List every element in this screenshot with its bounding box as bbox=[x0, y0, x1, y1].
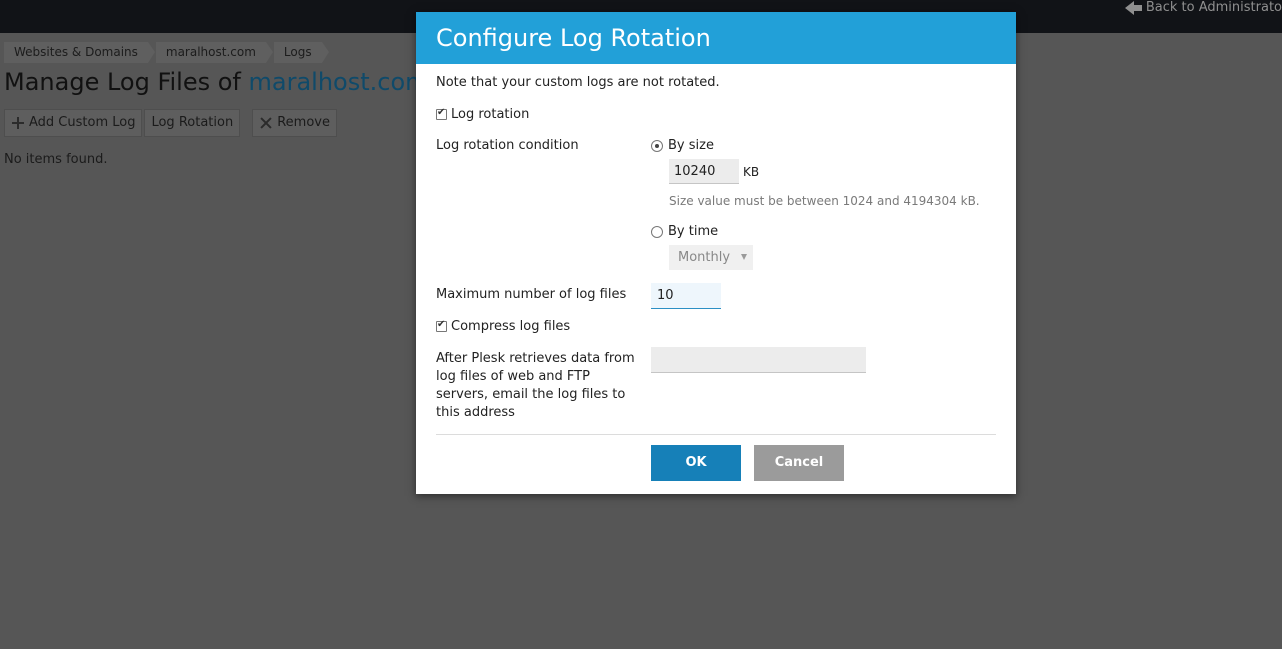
by-time-radio[interactable] bbox=[651, 225, 663, 238]
configure-log-rotation-dialog: Configure Log Rotation Note that your cu… bbox=[416, 12, 1016, 494]
by-time-label: By time bbox=[668, 224, 719, 239]
breadcrumb-logs[interactable]: Logs bbox=[273, 42, 329, 63]
email-address-label: After Plesk retrieves data from log file… bbox=[436, 351, 635, 420]
size-unit-label: KB bbox=[743, 165, 760, 179]
custom-logs-note: Note that your custom logs are not rotat… bbox=[436, 75, 720, 90]
breadcrumb-domain[interactable]: maralhost.com bbox=[155, 42, 273, 63]
by-time-radio-row[interactable]: By time bbox=[651, 224, 718, 239]
size-hint: Size value must be between 1024 and 4194… bbox=[669, 194, 980, 208]
ok-button[interactable]: OK bbox=[651, 445, 741, 481]
by-size-radio-row[interactable]: By size bbox=[651, 138, 714, 153]
by-size-radio[interactable] bbox=[651, 139, 663, 152]
back-to-administration-link[interactable]: Back to Administrato bbox=[1124, 0, 1282, 16]
rotation-condition-label: Log rotation condition bbox=[436, 138, 579, 153]
dialog-divider bbox=[436, 434, 996, 435]
compress-checkbox-label: Compress log files bbox=[451, 319, 571, 334]
size-input[interactable] bbox=[669, 159, 739, 184]
time-period-value: Monthly bbox=[678, 250, 731, 265]
back-link-label: Back to Administrato bbox=[1145, 0, 1282, 15]
page-title: Manage Log Files of maralhost.com bbox=[4, 68, 429, 96]
toolbar: Add Custom Log Log Rotation Remove bbox=[4, 109, 339, 137]
back-arrow-icon bbox=[1124, 0, 1134, 15]
time-period-select[interactable]: Monthly bbox=[669, 245, 753, 270]
add-custom-log-label: Add Custom Log bbox=[29, 115, 136, 130]
add-custom-log-button[interactable]: Add Custom Log bbox=[4, 109, 143, 137]
log-rotation-button[interactable]: Log Rotation bbox=[144, 109, 241, 137]
by-size-label: By size bbox=[668, 138, 714, 153]
breadcrumb: Websites & Domains maralhost.com Logs bbox=[4, 42, 329, 63]
compress-checkbox[interactable] bbox=[436, 319, 447, 332]
remove-label: Remove bbox=[277, 115, 330, 130]
remove-button[interactable]: Remove bbox=[252, 109, 337, 137]
page-title-prefix: Manage Log Files of bbox=[4, 68, 249, 96]
cancel-button[interactable]: Cancel bbox=[754, 445, 844, 481]
log-rotation-checkbox-label: Log rotation bbox=[451, 107, 530, 122]
max-log-files-label: Maximum number of log files bbox=[436, 287, 627, 302]
plus-icon bbox=[11, 116, 25, 130]
remove-icon bbox=[259, 116, 273, 130]
dialog-title: Configure Log Rotation bbox=[416, 12, 1016, 64]
log-rotation-checkbox[interactable] bbox=[436, 107, 447, 120]
max-log-files-input[interactable] bbox=[651, 283, 721, 309]
email-address-input[interactable] bbox=[651, 347, 866, 373]
log-rotation-checkbox-row[interactable]: Log rotation bbox=[436, 107, 529, 122]
log-rotation-label: Log Rotation bbox=[151, 115, 234, 130]
chevron-down-icon bbox=[741, 254, 747, 260]
compress-checkbox-row[interactable]: Compress log files bbox=[436, 319, 570, 334]
empty-list-message: No items found. bbox=[4, 152, 108, 167]
page-title-domain-link[interactable]: maralhost.com bbox=[249, 68, 429, 96]
breadcrumb-websites-domains[interactable]: Websites & Domains bbox=[4, 42, 155, 63]
